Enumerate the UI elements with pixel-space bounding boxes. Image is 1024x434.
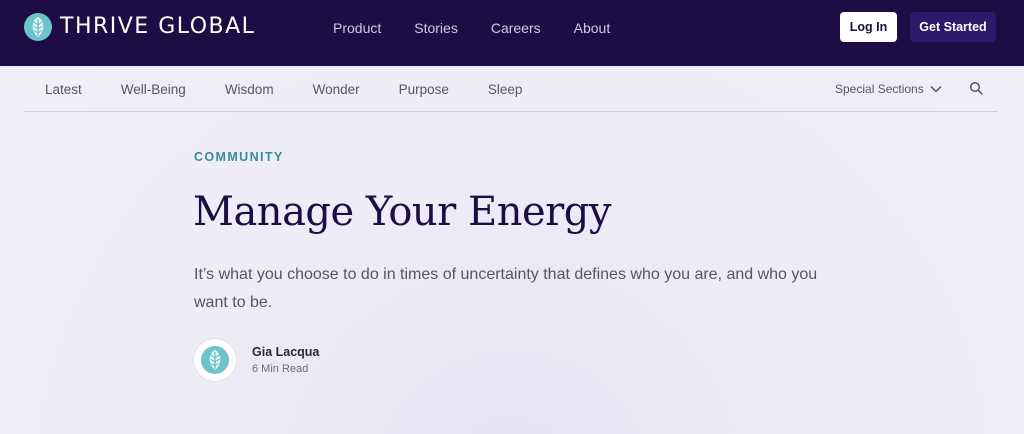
login-button[interactable]: Log In <box>840 12 897 42</box>
section-link-wisdom[interactable]: Wisdom <box>225 81 274 99</box>
article-category[interactable]: COMMUNITY <box>194 150 284 164</box>
special-sections-label: Special Sections <box>835 82 924 96</box>
get-started-button[interactable]: Get Started <box>910 12 996 42</box>
nav-product[interactable]: Product <box>333 18 381 38</box>
search-icon[interactable] <box>969 81 983 95</box>
avatar[interactable] <box>194 339 236 381</box>
special-sections-dropdown[interactable]: Special Sections <box>835 81 942 97</box>
section-nav: Latest Well-Being Wisdom Wonder Purpose … <box>24 66 998 112</box>
section-link-wonder[interactable]: Wonder <box>313 81 360 99</box>
section-link-purpose[interactable]: Purpose <box>399 81 449 99</box>
read-time: 6 Min Read <box>252 362 309 375</box>
section-link-latest[interactable]: Latest <box>45 81 82 99</box>
leaf-logo-icon <box>24 13 52 41</box>
section-link-sleep[interactable]: Sleep <box>488 81 523 99</box>
nav-about[interactable]: About <box>574 18 611 38</box>
brand-logo[interactable]: THRIVE GLOBAL <box>24 13 255 41</box>
author-byline: Gia Lacqua 6 Min Read <box>194 339 319 381</box>
author-meta: Gia Lacqua 6 Min Read <box>252 344 319 377</box>
leaf-avatar-icon <box>201 346 229 374</box>
section-link-well-being[interactable]: Well-Being <box>121 81 186 99</box>
brand-name: THRIVE GLOBAL <box>60 14 256 39</box>
article-title: Manage Your Energy <box>193 189 611 235</box>
nav-careers[interactable]: Careers <box>491 18 541 38</box>
section-links: Latest Well-Being Wisdom Wonder Purpose … <box>45 81 561 99</box>
article-subtitle: It’s what you choose to do in times of u… <box>194 266 818 311</box>
main-nav: Product Stories Careers About <box>333 18 643 38</box>
top-header: THRIVE GLOBAL Product Stories Careers Ab… <box>0 0 1024 66</box>
chevron-down-icon <box>930 85 942 93</box>
nav-stories[interactable]: Stories <box>414 18 458 38</box>
author-name[interactable]: Gia Lacqua <box>252 344 319 360</box>
